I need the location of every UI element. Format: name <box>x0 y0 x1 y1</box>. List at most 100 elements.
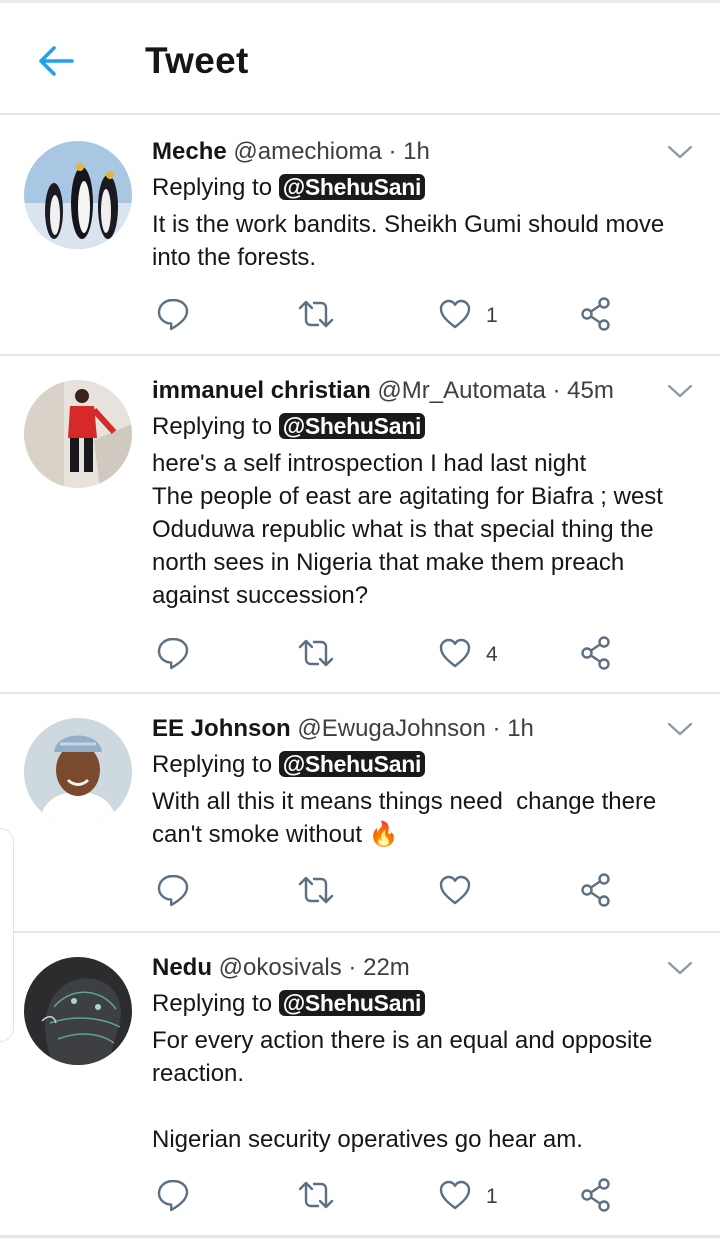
reply-button[interactable] <box>156 872 190 912</box>
man-red-shirt-avatar-image <box>24 380 132 488</box>
share-button[interactable] <box>579 872 613 912</box>
retweet-button[interactable] <box>296 872 336 912</box>
heart-icon <box>439 875 471 905</box>
side-panel-handle[interactable] <box>0 828 14 1042</box>
retweet-icon <box>298 1181 334 1209</box>
like-button[interactable]: 1 <box>438 296 518 336</box>
tweet-item[interactable]: Meche @amechioma · 1h Replying to @Shehu… <box>0 115 720 356</box>
top-bar: Tweet <box>0 3 720 114</box>
replying-to: Replying to @ShehuSani <box>152 412 696 442</box>
like-button[interactable]: 4 <box>438 635 518 675</box>
tweet-meta: Nedu @okosivals · 22m <box>152 953 696 983</box>
penguins-avatar-image <box>24 141 132 249</box>
separator-dot: · <box>388 138 397 165</box>
timestamp[interactable]: 1h <box>507 715 534 742</box>
tweet-text: It is the work bandits. Sheikh Gumi shou… <box>152 211 671 271</box>
reply-button[interactable] <box>156 635 190 675</box>
tweet-text: here's a self introspection I had last n… <box>152 450 663 609</box>
chevron-down-icon <box>667 722 693 736</box>
retweet-button[interactable] <box>296 635 336 675</box>
share-button[interactable] <box>579 296 613 336</box>
heart-icon <box>439 1180 471 1210</box>
reply-button[interactable] <box>156 1177 190 1217</box>
mention-link[interactable]: @ShehuSani <box>278 174 426 200</box>
chevron-down-icon <box>667 384 693 398</box>
share-icon <box>581 873 610 907</box>
separator-dot: · <box>492 715 501 742</box>
tweet-item[interactable]: immanuel christian @Mr_Automata · 45m Re… <box>0 356 720 694</box>
man-cap-avatar-image <box>24 718 132 826</box>
tweet-text: With all this it means things need chang… <box>152 788 663 848</box>
tweet-menu-button[interactable] <box>666 959 694 977</box>
mention-link[interactable]: @ShehuSani <box>278 413 426 439</box>
tweet-actions <box>152 872 622 912</box>
head-drawing-avatar-image <box>24 957 132 1065</box>
avatar[interactable] <box>24 718 132 826</box>
replying-to: Replying to @ShehuSani <box>152 750 696 780</box>
like-button[interactable] <box>438 872 518 912</box>
author-name[interactable]: immanuel christian <box>152 377 371 404</box>
tweet-meta: EE Johnson @EwugaJohnson · 1h <box>152 714 696 744</box>
share-button[interactable] <box>579 635 613 675</box>
retweet-icon <box>298 639 334 667</box>
tweet-actions: 4 <box>152 635 622 675</box>
tweet-body: Meche @amechioma · 1h Replying to @Shehu… <box>152 137 696 274</box>
replying-label: Replying to <box>152 751 273 778</box>
tweet-body: Nedu @okosivals · 22m Replying to @Shehu… <box>152 953 696 1156</box>
timestamp[interactable]: 1h <box>403 138 430 165</box>
tweet-item[interactable]: Nedu @okosivals · 22m Replying to @Shehu… <box>0 933 720 1233</box>
share-icon <box>581 297 610 331</box>
replying-to: Replying to @ShehuSani <box>152 989 696 1019</box>
author-handle[interactable]: @amechioma <box>233 138 381 165</box>
tweet-actions: 1 <box>152 1177 622 1217</box>
retweet-button[interactable] <box>296 296 336 336</box>
tweet-meta: Meche @amechioma · 1h <box>152 137 696 167</box>
chevron-down-icon <box>667 961 693 975</box>
author-name[interactable]: Nedu <box>152 954 212 981</box>
heart-icon <box>439 638 471 668</box>
reply-button[interactable] <box>156 296 190 336</box>
reply-icon <box>157 637 189 670</box>
share-button[interactable] <box>579 1177 613 1217</box>
share-icon <box>581 1178 610 1212</box>
like-count: 1 <box>486 304 498 327</box>
author-name[interactable]: EE Johnson <box>152 715 291 742</box>
separator-dot: · <box>552 377 561 404</box>
like-count: 1 <box>486 1185 498 1208</box>
author-name[interactable]: Meche <box>152 138 227 165</box>
reply-icon <box>157 298 189 331</box>
author-handle[interactable]: @EwugaJohnson <box>297 715 485 742</box>
author-handle[interactable]: @okosivals <box>219 954 342 981</box>
tweet-menu-button[interactable] <box>666 382 694 400</box>
timestamp[interactable]: 22m <box>363 954 410 981</box>
like-button[interactable]: 1 <box>438 1177 518 1217</box>
reply-icon <box>157 874 189 907</box>
chevron-down-icon <box>667 145 693 159</box>
author-handle[interactable]: @Mr_Automata <box>377 377 545 404</box>
replying-label: Replying to <box>152 990 273 1017</box>
arrow-left-icon <box>39 46 74 76</box>
heart-icon <box>439 299 471 329</box>
reply-icon <box>157 1179 189 1212</box>
tweet-item[interactable]: EE Johnson @EwugaJohnson · 1h Replying t… <box>0 694 720 933</box>
tweet-menu-button[interactable] <box>666 720 694 738</box>
avatar[interactable] <box>24 141 132 249</box>
tweet-text: For every action there is an equal and o… <box>152 1027 653 1153</box>
tweet-actions: 1 <box>152 296 622 336</box>
mention-link[interactable]: @ShehuSani <box>278 751 426 777</box>
tweet-body: immanuel christian @Mr_Automata · 45m Re… <box>152 376 696 612</box>
retweet-icon <box>298 300 334 328</box>
retweet-icon <box>298 876 334 904</box>
replying-label: Replying to <box>152 413 273 440</box>
tweet-body: EE Johnson @EwugaJohnson · 1h Replying t… <box>152 714 696 851</box>
page-title: Tweet <box>145 40 249 81</box>
replying-to: Replying to @ShehuSani <box>152 173 696 203</box>
retweet-button[interactable] <box>296 1177 336 1217</box>
like-count: 4 <box>486 643 498 666</box>
avatar[interactable] <box>24 380 132 488</box>
tweet-menu-button[interactable] <box>666 143 694 161</box>
mention-link[interactable]: @ShehuSani <box>278 990 426 1016</box>
back-button[interactable] <box>36 43 76 79</box>
avatar[interactable] <box>24 957 132 1065</box>
timestamp[interactable]: 45m <box>567 377 614 404</box>
